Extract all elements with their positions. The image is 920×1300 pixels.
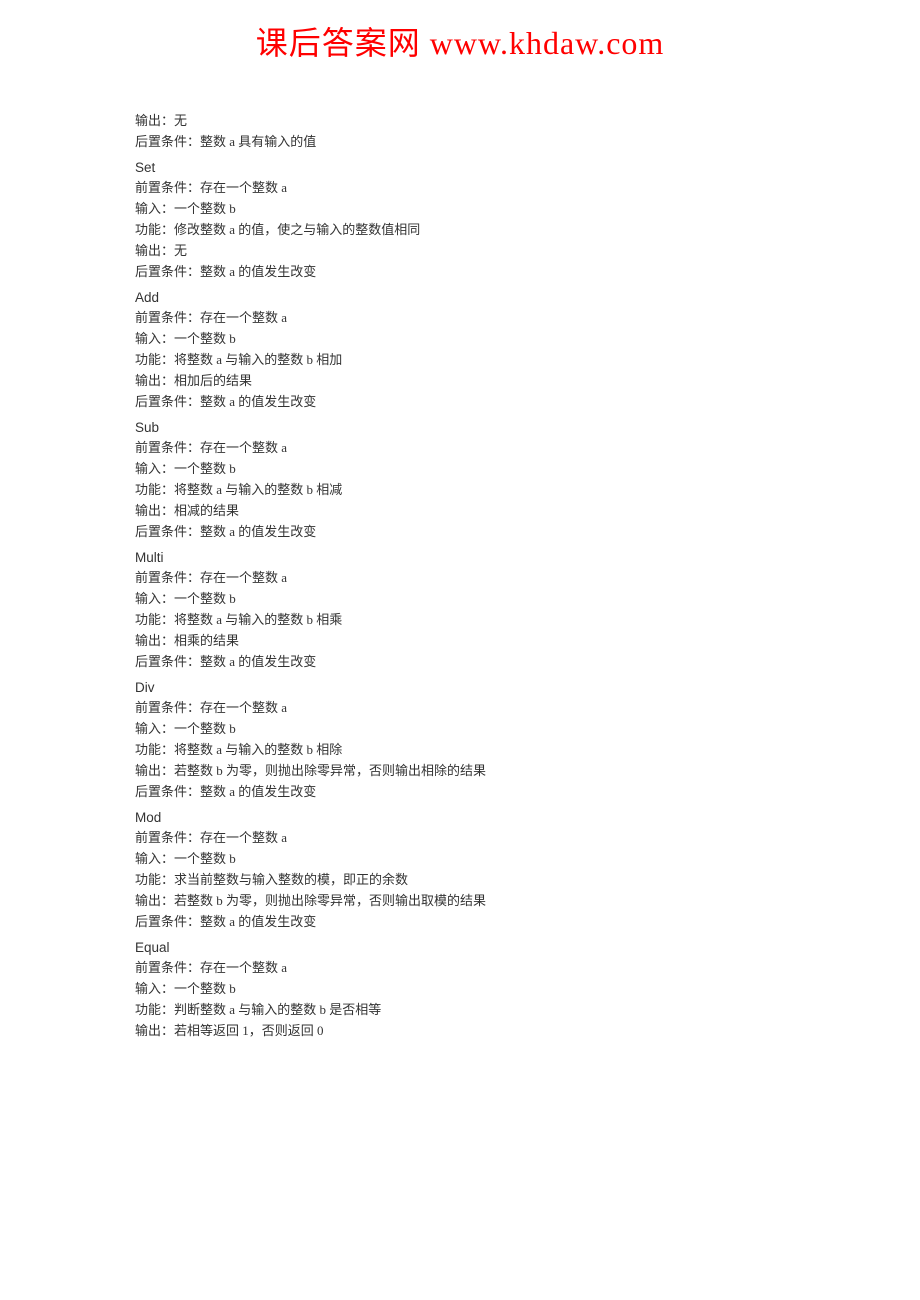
multi-input: 输入：一个整数 b [135, 588, 785, 609]
section-title-equal: Equal [135, 940, 785, 955]
mod-output: 输出：若整数 b 为零，则抛出除零异常，否则输出取模的结果 [135, 890, 785, 911]
multi-output: 输出：相乘的结果 [135, 630, 785, 651]
add-input: 输入：一个整数 b [135, 328, 785, 349]
div-input: 输入：一个整数 b [135, 718, 785, 739]
equal-pre: 前置条件：存在一个整数 a [135, 957, 785, 978]
multi-func: 功能：将整数 a 与输入的整数 b 相乘 [135, 609, 785, 630]
div-pre: 前置条件：存在一个整数 a [135, 697, 785, 718]
watermark-header: 课后答案网 www.khdaw.com [0, 18, 920, 64]
section-title-multi: Multi [135, 550, 785, 565]
sub-input: 输入：一个整数 b [135, 458, 785, 479]
section-title-add: Add [135, 290, 785, 305]
sub-pre: 前置条件：存在一个整数 a [135, 437, 785, 458]
equal-output: 输出：若相等返回 1，否则返回 0 [135, 1020, 785, 1041]
add-output: 输出：相加后的结果 [135, 370, 785, 391]
multi-pre: 前置条件：存在一个整数 a [135, 567, 785, 588]
mod-post: 后置条件：整数 a 的值发生改变 [135, 911, 785, 932]
sub-post: 后置条件：整数 a 的值发生改变 [135, 521, 785, 542]
set-func: 功能：修改整数 a 的值，使之与输入的整数值相同 [135, 219, 785, 240]
section-title-div: Div [135, 680, 785, 695]
div-output: 输出：若整数 b 为零，则抛出除零异常，否则输出相除的结果 [135, 760, 785, 781]
equal-input: 输入：一个整数 b [135, 978, 785, 999]
intro-output: 输出：无 [135, 110, 785, 131]
sub-output: 输出：相减的结果 [135, 500, 785, 521]
mod-pre: 前置条件：存在一个整数 a [135, 827, 785, 848]
add-func: 功能：将整数 a 与输入的整数 b 相加 [135, 349, 785, 370]
sub-func: 功能：将整数 a 与输入的整数 b 相减 [135, 479, 785, 500]
div-func: 功能：将整数 a 与输入的整数 b 相除 [135, 739, 785, 760]
section-title-sub: Sub [135, 420, 785, 435]
mod-input: 输入：一个整数 b [135, 848, 785, 869]
set-post: 后置条件：整数 a 的值发生改变 [135, 261, 785, 282]
section-title-mod: Mod [135, 810, 785, 825]
multi-post: 后置条件：整数 a 的值发生改变 [135, 651, 785, 672]
add-pre: 前置条件：存在一个整数 a [135, 307, 785, 328]
equal-func: 功能：判断整数 a 与输入的整数 b 是否相等 [135, 999, 785, 1020]
set-pre: 前置条件：存在一个整数 a [135, 177, 785, 198]
add-post: 后置条件：整数 a 的值发生改变 [135, 391, 785, 412]
set-input: 输入：一个整数 b [135, 198, 785, 219]
document-content: 输出：无 后置条件：整数 a 具有输入的值 Set 前置条件：存在一个整数 a … [135, 110, 785, 1041]
mod-func: 功能：求当前整数与输入整数的模，即正的余数 [135, 869, 785, 890]
set-output: 输出：无 [135, 240, 785, 261]
intro-postcondition: 后置条件：整数 a 具有输入的值 [135, 131, 785, 152]
section-title-set: Set [135, 160, 785, 175]
div-post: 后置条件：整数 a 的值发生改变 [135, 781, 785, 802]
